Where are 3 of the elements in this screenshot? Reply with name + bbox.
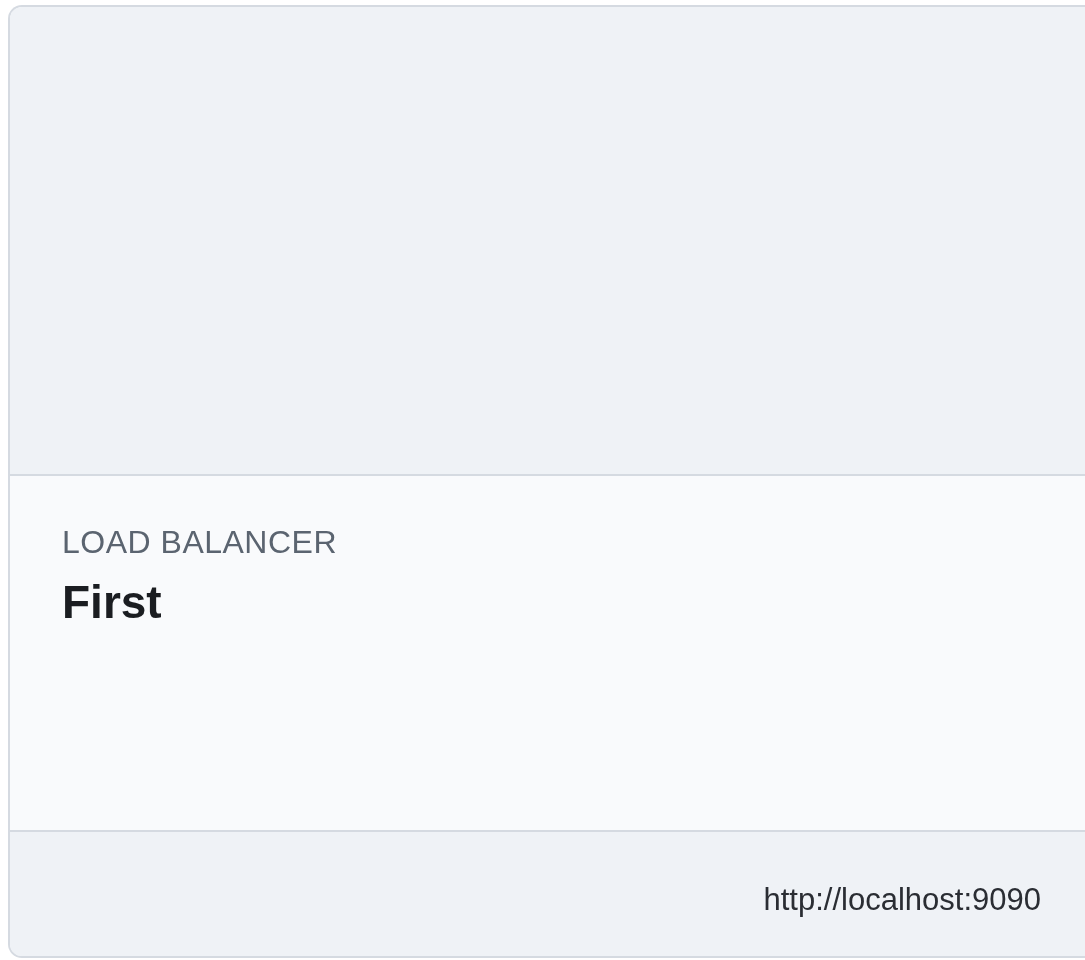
card-title: First [62,575,163,629]
url-text: http://localhost:9090 [763,882,1041,918]
card-label: LOAD BALANCER [62,524,339,561]
